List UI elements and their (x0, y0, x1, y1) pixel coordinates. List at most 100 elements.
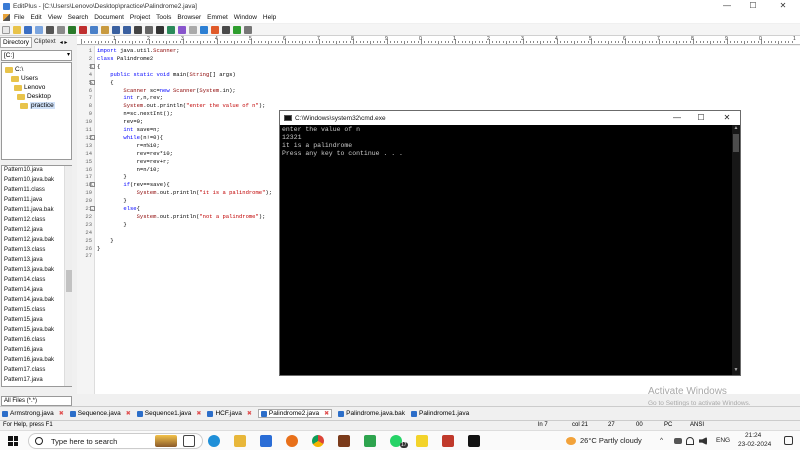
code-line[interactable]: n=sc.nextInt(); (97, 110, 173, 117)
close-icon[interactable]: ✖ (59, 410, 64, 417)
scroll-down-icon[interactable]: ▼ (732, 367, 740, 375)
list-item[interactable]: Pattern15.java (4, 317, 43, 323)
tab-palindrome-bak[interactable]: Palindrome.java.bak (338, 410, 405, 417)
open-folder-icon[interactable] (13, 25, 21, 34)
code-line[interactable]: import java.util.Scanner; (97, 47, 180, 54)
code-line[interactable]: rev=rev*10; (97, 150, 173, 157)
code-line[interactable]: while(n!=0){ (97, 134, 163, 141)
list-item[interactable]: Pattern12.java.bak (4, 237, 54, 243)
menu-file[interactable]: File (14, 14, 24, 21)
user-tool-icon[interactable] (233, 25, 241, 34)
close-button[interactable]: ✕ (772, 0, 794, 12)
new-file-icon[interactable] (2, 25, 10, 34)
code-line[interactable]: class Palindrome2 (97, 55, 153, 62)
code-line[interactable]: System.out.println("enter the value of n… (97, 102, 265, 109)
code-line[interactable]: rev=0; (97, 118, 143, 125)
snapchat-icon[interactable] (416, 435, 428, 447)
file-list-scrollbar[interactable] (64, 166, 72, 386)
close-icon[interactable]: ✖ (126, 410, 131, 417)
file-list[interactable]: Pattern10.java Pattern10.java.bak Patter… (1, 165, 72, 387)
editplus-taskbar-icon[interactable] (442, 435, 454, 447)
tab-cliptext[interactable]: Cliptext (32, 37, 58, 48)
print-preview-icon[interactable] (57, 25, 65, 34)
line-number-icon[interactable] (189, 25, 197, 34)
save-all-icon[interactable] (35, 25, 43, 34)
file-explorer-icon[interactable] (234, 435, 246, 447)
menu-browser[interactable]: Browser (177, 14, 201, 21)
code-line[interactable]: int r,n,rev; (97, 94, 163, 101)
code-line[interactable]: System.out.println("it is a palindrome")… (97, 189, 272, 196)
edge-icon[interactable] (208, 435, 220, 447)
code-line[interactable]: } (97, 173, 126, 180)
code-line[interactable]: { (97, 79, 113, 86)
copy-icon[interactable] (90, 25, 98, 34)
notification-icon[interactable] (784, 436, 793, 445)
redo-icon[interactable] (123, 25, 131, 34)
list-item[interactable]: Pattern13.java.bak (4, 267, 54, 273)
clock-time[interactable]: 21:24 (745, 432, 761, 439)
cut-icon[interactable] (79, 25, 87, 34)
scrollbar-thumb[interactable] (733, 134, 739, 152)
console-maximize-button[interactable]: ☐ (690, 111, 712, 125)
replace-icon[interactable] (145, 25, 153, 34)
list-item[interactable]: Pattern16.java.bak (4, 357, 54, 363)
code-line[interactable]: } (97, 221, 126, 228)
list-item[interactable]: Pattern17.java (4, 377, 43, 383)
tree-item-c[interactable]: C:\ (5, 66, 23, 73)
fold-toggle-icon[interactable]: - (90, 206, 95, 211)
tab-palindrome1[interactable]: Palindrome1.java (411, 410, 469, 417)
list-item[interactable]: Pattern14.class (4, 277, 45, 283)
code-line[interactable]: } (97, 197, 126, 204)
code-line[interactable]: } (97, 237, 113, 244)
list-item[interactable]: Pattern15.java.bak (4, 327, 54, 333)
menu-view[interactable]: View (48, 14, 62, 21)
code-line[interactable]: else{ (97, 205, 140, 212)
panel-scroll-arrows[interactable]: ◂ ▸ (60, 39, 68, 46)
list-item[interactable]: Pattern10.java.bak (4, 177, 54, 183)
menu-document[interactable]: Document (94, 14, 124, 21)
list-item[interactable]: Pattern12.java (4, 227, 43, 233)
console-minimize-button[interactable]: — (666, 111, 688, 125)
mail-icon[interactable] (260, 435, 272, 447)
code-line[interactable]: n=n/10; (97, 166, 160, 173)
tab-hcf[interactable]: HCF.java ✖ (207, 410, 252, 417)
list-item[interactable]: Pattern13.class (4, 247, 45, 253)
settings-icon[interactable] (244, 25, 252, 34)
menu-search[interactable]: Search (68, 14, 89, 21)
menu-emmet[interactable]: Emmet (207, 14, 228, 21)
code-line[interactable]: int save=n; (97, 126, 159, 133)
chrome-icon[interactable] (312, 435, 324, 447)
word-wrap-icon[interactable] (167, 25, 175, 34)
scrollbar-thumb[interactable] (66, 270, 72, 292)
undo-icon[interactable] (112, 25, 120, 34)
firefox-icon[interactable] (286, 435, 298, 447)
code-line[interactable]: if(rev==save){ (97, 181, 169, 188)
list-item[interactable]: Pattern10.java (4, 167, 43, 173)
list-item[interactable]: Pattern16.class (4, 337, 45, 343)
list-item[interactable]: Pattern11.java (4, 197, 42, 203)
spell-check-icon[interactable] (68, 25, 76, 34)
code-line[interactable]: { (97, 63, 100, 70)
find-icon[interactable] (134, 25, 142, 34)
tab-directory[interactable]: Directory (0, 37, 33, 48)
menu-tools[interactable]: Tools (156, 14, 171, 21)
save-icon[interactable] (24, 25, 32, 34)
print-icon[interactable] (46, 25, 54, 34)
minimize-button[interactable]: — (716, 0, 738, 12)
tab-armstrong[interactable]: Armstrong.java ✖ (2, 410, 64, 417)
tree-item-desktop[interactable]: Desktop (17, 93, 51, 100)
scroll-up-icon[interactable]: ▲ (732, 125, 740, 133)
list-item[interactable]: Pattern11.class (4, 187, 45, 193)
code-line[interactable]: rev=rev+r; (97, 158, 170, 165)
close-icon[interactable]: ✖ (196, 410, 201, 417)
drive-select[interactable]: [C:] ▾ (1, 50, 72, 61)
menu-edit[interactable]: Edit (30, 14, 41, 21)
task-view-icon[interactable] (183, 435, 195, 447)
weather-text[interactable]: 26°C Partly cloudy (580, 436, 642, 445)
store-icon[interactable] (364, 435, 376, 447)
menu-window[interactable]: Window (234, 14, 257, 21)
list-item[interactable]: Pattern14.java.bak (4, 297, 54, 303)
font-icon[interactable] (156, 25, 164, 34)
menu-project[interactable]: Project (130, 14, 150, 21)
tree-item-practice[interactable]: practice (20, 102, 55, 109)
